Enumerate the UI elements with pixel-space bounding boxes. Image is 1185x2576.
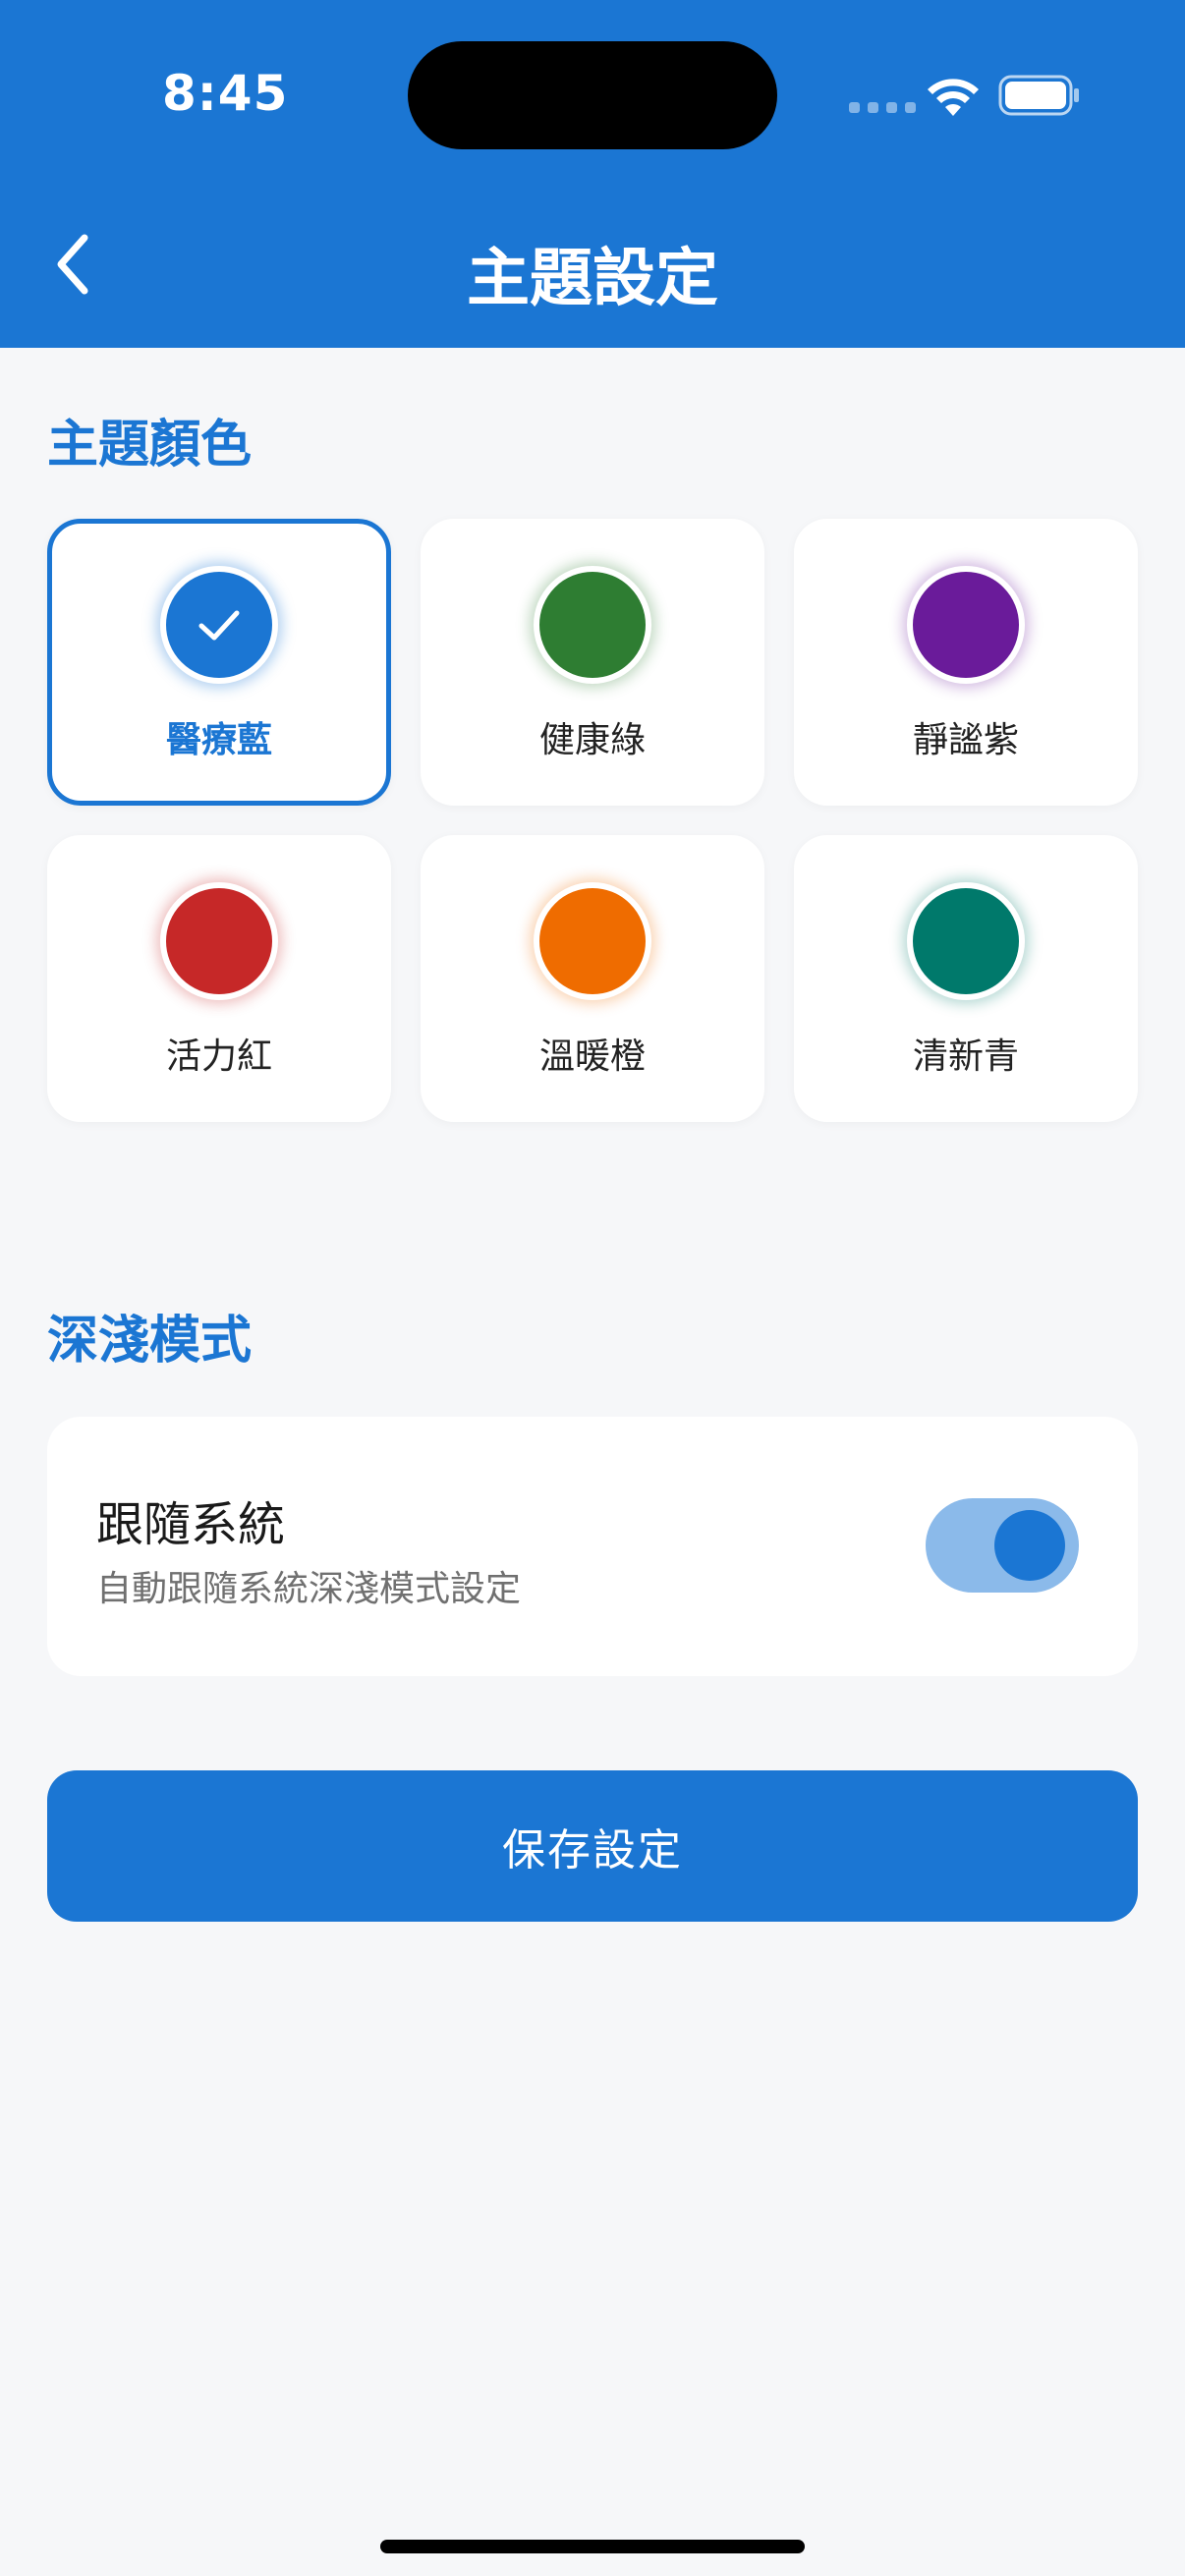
theme-option-card[interactable]: 活力紅 <box>47 835 391 1122</box>
wifi-icon <box>928 79 979 116</box>
theme-option-card[interactable]: 清新青 <box>794 835 1138 1122</box>
theme-option-card[interactable]: 溫暖橙 <box>421 835 764 1122</box>
color-swatch <box>534 566 651 684</box>
theme-option-card[interactable]: 靜謐紫 <box>794 519 1138 806</box>
cellular-signal-icon <box>849 102 916 113</box>
home-indicator <box>380 2540 805 2553</box>
checkmark-icon <box>198 610 240 641</box>
theme-option-label: 溫暖橙 <box>538 1036 646 1077</box>
color-swatch <box>534 882 651 1000</box>
color-swatch <box>907 882 1025 1000</box>
color-swatch <box>160 882 278 1000</box>
theme-option-label: 健康綠 <box>538 720 646 760</box>
theme-option-label: 活力紅 <box>165 1036 272 1077</box>
color-swatch <box>160 566 278 684</box>
theme-option-label: 清新青 <box>912 1036 1019 1077</box>
follow-system-description: 自動跟隨系統深淺模式設定 <box>96 1569 522 1609</box>
theme-color-section-title: 主題顏色 <box>47 416 253 475</box>
follow-system-card: 跟隨系統 自動跟隨系統深淺模式設定 <box>47 1417 1138 1676</box>
dynamic-island <box>408 41 777 149</box>
follow-system-toggle[interactable] <box>926 1498 1079 1593</box>
follow-system-title: 跟隨系統 <box>96 1497 286 1552</box>
battery-icon <box>998 75 1079 116</box>
toggle-knob <box>994 1510 1065 1581</box>
app-header: 8:45 主題設定 <box>0 0 1185 348</box>
theme-option-card[interactable]: 醫療藍 <box>47 519 391 806</box>
page-title: 主題設定 <box>467 243 718 315</box>
theme-option-card[interactable]: 健康綠 <box>421 519 764 806</box>
color-swatch <box>907 566 1025 684</box>
display-mode-section-title: 深淺模式 <box>47 1312 253 1371</box>
status-time: 8:45 <box>162 65 289 122</box>
theme-option-label: 醫療藍 <box>165 720 272 760</box>
theme-option-label: 靜謐紫 <box>912 720 1019 760</box>
save-settings-button[interactable]: 保存設定 <box>47 1770 1138 1922</box>
